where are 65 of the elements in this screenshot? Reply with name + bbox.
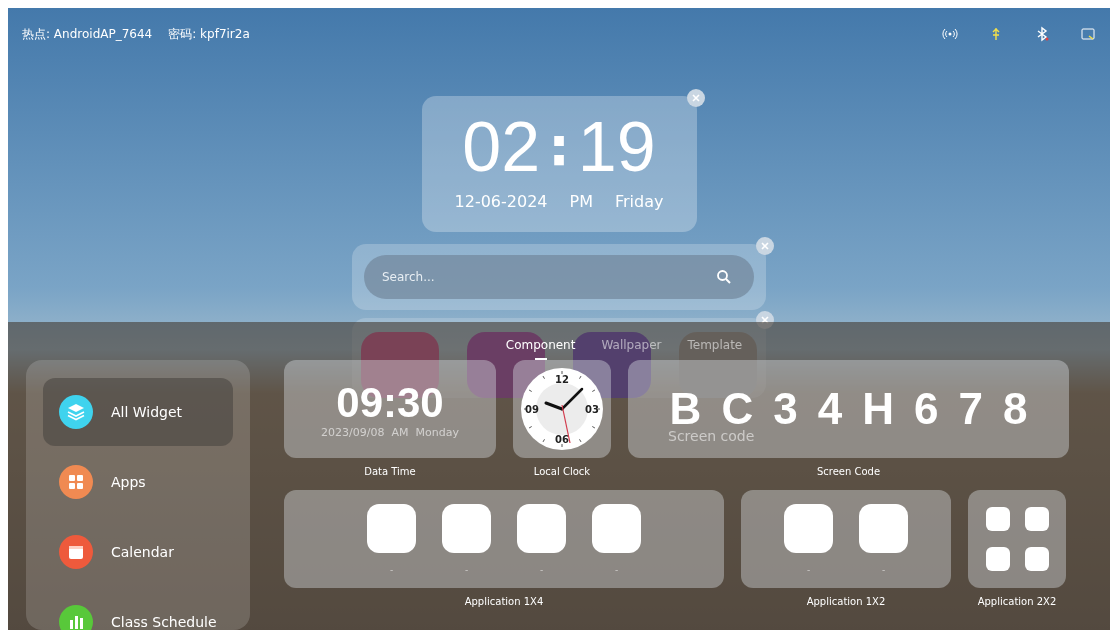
- close-button[interactable]: [756, 237, 774, 255]
- clock-day: Friday: [614, 192, 664, 211]
- sidebar-item[interactable]: Calendar: [43, 518, 233, 586]
- sidebar-item[interactable]: Apps: [43, 448, 233, 516]
- screen-code-widget[interactable]: B C 3 4 H 6 7 8 Screen code: [628, 360, 1069, 458]
- app-tile: [859, 503, 908, 553]
- widget-caption: Application 1X4: [464, 596, 544, 609]
- app-grid-widget[interactable]: [968, 490, 1066, 588]
- clock-face-drawing: 12 03 06 09: [519, 366, 605, 452]
- app-name: -: [389, 564, 394, 575]
- tab[interactable]: Wallpaper: [601, 336, 662, 354]
- date-time-widget[interactable]: 09:30 2023/09/08 AM Monday: [284, 360, 496, 458]
- app-name: -: [614, 564, 619, 575]
- tab[interactable]: Component: [505, 336, 576, 354]
- calendar-icon: [59, 535, 93, 569]
- code-character: 8: [1002, 384, 1028, 434]
- app-tile: [985, 547, 1010, 571]
- tab-indicator: [534, 358, 547, 360]
- app-name: -: [464, 564, 469, 575]
- clock-date: 12-06-2024: [454, 192, 548, 211]
- app-tile: [1024, 507, 1049, 531]
- sidebar-item[interactable]: All Widget: [43, 378, 233, 446]
- search-icon: [716, 269, 732, 285]
- app-tile: [442, 503, 491, 553]
- chart-icon: [59, 605, 93, 630]
- app-tile: [1024, 547, 1049, 571]
- clock-hour: 02: [462, 107, 541, 188]
- app-tile: [367, 503, 416, 553]
- clock-minute: 19: [577, 107, 656, 188]
- clock-separator: :: [548, 114, 570, 180]
- app-tile: [517, 503, 566, 553]
- widget-caption: Application 1X2: [806, 596, 886, 609]
- search-field[interactable]: Search...: [364, 255, 754, 299]
- app-name: -: [806, 564, 811, 575]
- clock-ampm: PM: [569, 192, 593, 211]
- code-character: 3: [773, 384, 798, 434]
- code-character: 4: [817, 384, 843, 434]
- grid-icon: [59, 465, 93, 499]
- widget-caption: Application 2X2: [977, 596, 1057, 609]
- app-tile: [784, 503, 833, 553]
- hotspot-icon: [942, 26, 958, 42]
- local-clock-widget[interactable]: 12 03 06 09: [513, 360, 611, 458]
- widget-caption: Screen Code: [816, 466, 881, 479]
- hotspot-name: 热点: AndroidAP_7644: [22, 25, 153, 43]
- close-button[interactable]: [756, 311, 774, 329]
- widget-caption: Local Clock: [533, 466, 591, 479]
- close-icon: [690, 93, 701, 103]
- widget-caption: Data Time: [364, 466, 416, 479]
- hotspot-password: 密码: kpf7ir2a: [168, 25, 250, 43]
- close-icon: [760, 315, 770, 325]
- widget-time: 09:30: [336, 379, 444, 426]
- code-character: H: [862, 384, 894, 434]
- sidebar-item[interactable]: Class Schedule: [43, 588, 233, 630]
- app-tile: [985, 507, 1010, 531]
- close-icon: [760, 241, 770, 251]
- app-name: -: [881, 564, 886, 575]
- code-character: 7: [958, 384, 983, 434]
- widget-date: 2023/09/08 AM Monday: [321, 425, 459, 439]
- app-tile: [592, 503, 641, 553]
- layers-icon: [59, 395, 93, 429]
- tab[interactable]: Template: [687, 336, 743, 354]
- screen-cast-icon: [1080, 26, 1096, 42]
- app-name: -: [539, 564, 544, 575]
- close-button[interactable]: [686, 89, 705, 107]
- code-character: 6: [913, 384, 939, 434]
